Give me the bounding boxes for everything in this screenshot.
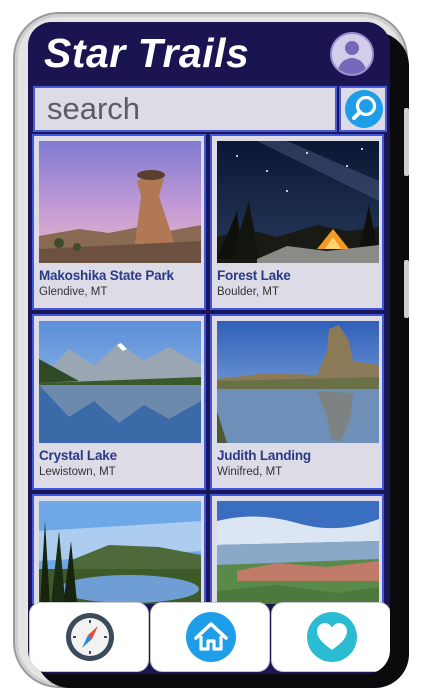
place-photo: [217, 321, 379, 443]
place-card[interactable]: Crystal Lake Lewistown, MT: [32, 314, 206, 490]
volume-button: [404, 108, 409, 176]
search-icon: [345, 90, 383, 128]
place-photo: [217, 501, 379, 604]
power-button: [404, 260, 409, 318]
places-grid: Makoshika State Park Glendive, MT Forest…: [32, 134, 386, 604]
place-location: Lewistown, MT: [39, 466, 116, 478]
avatar[interactable]: [330, 32, 374, 76]
place-card[interactable]: [210, 494, 384, 604]
place-card[interactable]: [32, 494, 206, 604]
place-photo: [39, 501, 201, 604]
place-photo: [217, 141, 379, 263]
nav-explore-button[interactable]: [29, 602, 149, 672]
place-photo: [39, 321, 201, 443]
place-name: Judith Landing: [217, 448, 311, 463]
app-screen: Star Trails search Makoshika State Park …: [28, 22, 390, 674]
search-button[interactable]: [339, 86, 387, 132]
place-name: Forest Lake: [217, 268, 291, 283]
place-location: Boulder, MT: [217, 286, 279, 298]
heart-icon: [307, 612, 357, 662]
nav-favorites-button[interactable]: [271, 602, 390, 672]
place-name: Makoshika State Park: [39, 268, 174, 283]
nav-home-button[interactable]: [150, 602, 270, 672]
home-icon: [186, 612, 236, 662]
app-title: Star Trails: [44, 30, 250, 76]
avatar-body: [338, 58, 366, 74]
bottom-nav: [28, 602, 390, 674]
place-location: Winifred, MT: [217, 466, 283, 478]
compass-icon: [65, 612, 115, 662]
place-name: Crystal Lake: [39, 448, 117, 463]
search-bar: [33, 86, 387, 132]
avatar-head: [345, 41, 359, 55]
place-photo: [39, 141, 201, 263]
search-input[interactable]: [33, 86, 337, 132]
place-card[interactable]: Judith Landing Winifred, MT: [210, 314, 384, 490]
place-location: Glendive, MT: [39, 286, 108, 298]
app-header: Star Trails: [28, 22, 390, 84]
place-card[interactable]: Forest Lake Boulder, MT: [210, 134, 384, 310]
place-card[interactable]: Makoshika State Park Glendive, MT: [32, 134, 206, 310]
